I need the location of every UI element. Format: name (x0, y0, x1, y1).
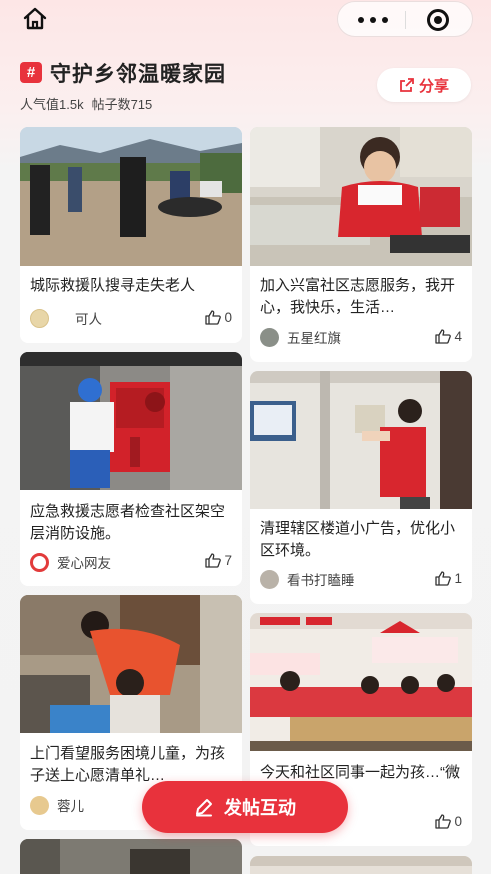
thumbs-up-icon (435, 571, 452, 586)
post-photo (250, 856, 472, 874)
post-card[interactable]: 城际救援队搜寻走失老人 可人 0 (20, 127, 242, 343)
hashtag-badge: # (20, 62, 42, 83)
create-post-label: 发帖互动 (224, 798, 296, 818)
post-photo (20, 839, 242, 874)
post-author[interactable]: 看书打瞌睡 (260, 569, 355, 589)
avatar (30, 308, 49, 328)
topic-title: 守护乡邻温暖家园 (50, 63, 226, 86)
post-card[interactable] (250, 856, 472, 874)
stairwell-cleaning-photo (250, 371, 472, 509)
post-author[interactable]: 蓉儿 (30, 795, 84, 815)
capsule-divider (405, 11, 406, 29)
target-icon[interactable] (427, 9, 449, 31)
post-author[interactable]: 爱心网友 (30, 552, 111, 572)
share-button[interactable]: 分享 (377, 68, 471, 102)
author-name: 五星红旗 (287, 331, 341, 346)
like-button[interactable]: 1 (435, 571, 462, 586)
post-title: 清理辖区楼道小广告，优化小区环境。 (260, 520, 456, 559)
mini-program-capsule (337, 1, 473, 37)
like-count: 0 (224, 310, 232, 325)
like-button[interactable]: 7 (205, 553, 232, 568)
post-count: 帖子数715 (91, 97, 153, 112)
author-name: 蓉儿 (57, 799, 84, 814)
like-button[interactable]: 0 (205, 310, 232, 325)
avatar (30, 795, 49, 815)
author-name: 看书打瞌睡 (287, 573, 355, 588)
post-card[interactable]: 清理辖区楼道小广告，优化小区环境。 看书打瞌睡 1 (250, 371, 472, 604)
community-activity-photo (250, 613, 472, 751)
like-button[interactable]: 0 (435, 814, 462, 829)
fire-cabinet-photo (20, 352, 242, 490)
post-author[interactable]: 五星红旗 (260, 327, 341, 347)
post-title: 加入兴富社区志愿服务，我开心，我快乐，生活… (260, 277, 456, 316)
share-label: 分享 (418, 77, 449, 95)
post-title: 应急救援志愿者检查社区架空层消防设施。 (30, 503, 226, 542)
post-card[interactable] (20, 839, 242, 874)
post-author[interactable]: 可人 (30, 308, 102, 328)
like-count: 0 (454, 814, 462, 829)
like-button[interactable]: 4 (435, 329, 462, 344)
create-post-button[interactable]: 发帖互动 (142, 781, 348, 833)
volunteer-sewing-photo (250, 127, 472, 266)
thumbs-up-icon (435, 814, 452, 829)
post-card[interactable]: 应急救援志愿者检查社区架空层消防设施。 爱心网友 7 (20, 352, 242, 586)
child-visit-photo (20, 595, 242, 733)
share-icon (400, 78, 414, 92)
top-bar (0, 0, 491, 40)
like-count: 1 (454, 571, 462, 586)
rescue-team-photo (20, 127, 242, 266)
post-card[interactable]: 加入兴富社区志愿服务，我开心，我快乐，生活… 五星红旗 4 (250, 127, 472, 362)
like-count: 7 (224, 553, 232, 568)
thumbs-up-icon (205, 553, 222, 568)
topic-stats: 人气值1.5k 帖子数715 (20, 94, 152, 113)
author-name: 爱心网友 (57, 556, 111, 571)
avatar (260, 327, 279, 347)
thumbs-up-icon (205, 310, 222, 325)
post-title: 城际救援队搜寻走失老人 (30, 277, 196, 294)
thumbs-up-icon (435, 329, 452, 344)
popularity-count: 人气值1.5k (20, 97, 84, 112)
like-count: 4 (454, 329, 462, 344)
author-name: 可人 (75, 312, 102, 327)
avatar (30, 552, 49, 572)
more-dots-icon[interactable] (358, 17, 388, 23)
home-icon[interactable] (22, 7, 48, 31)
avatar (260, 569, 279, 589)
pen-icon (196, 799, 212, 817)
